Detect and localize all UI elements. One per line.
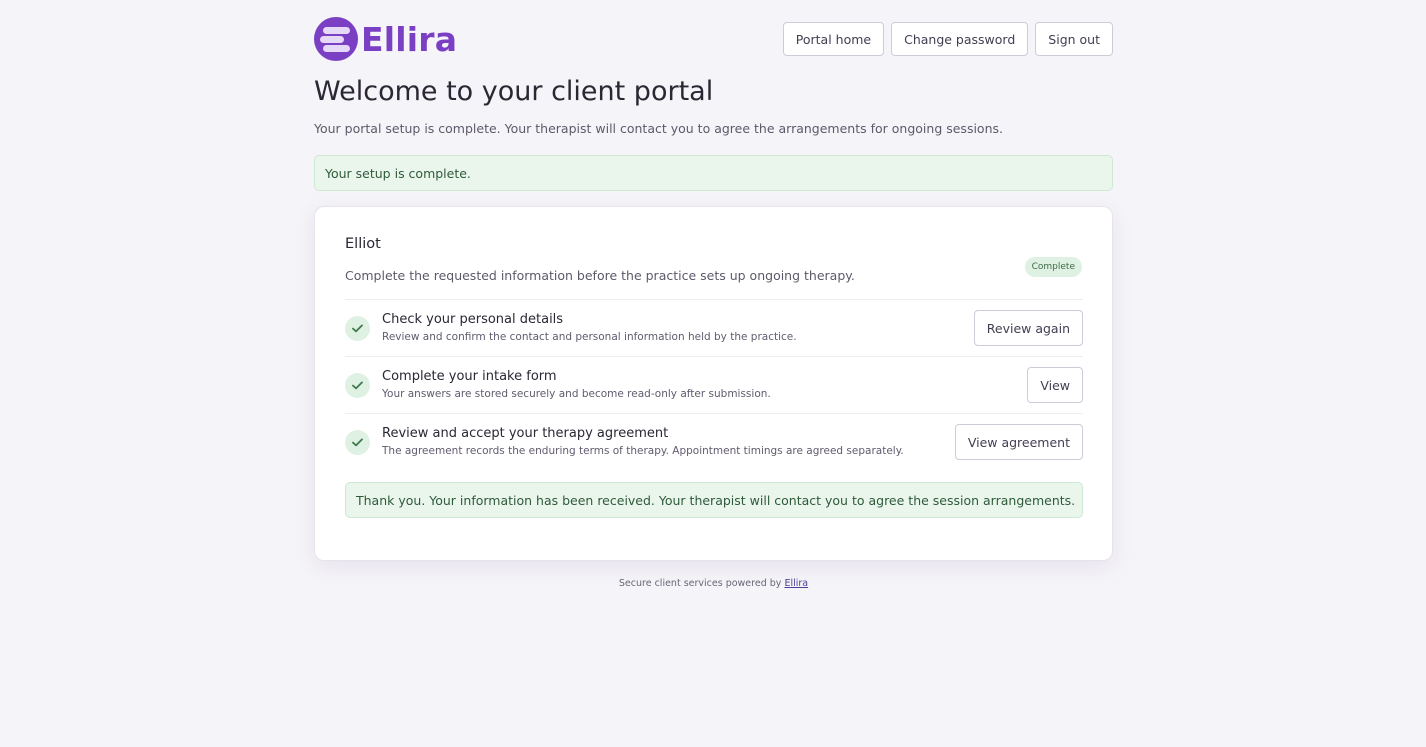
task-title: Review and accept your therapy agreement bbox=[382, 426, 669, 441]
task-therapy-agreement: Review and accept your therapy agreement… bbox=[345, 413, 1083, 470]
page-subtitle: Your portal setup is complete. Your ther… bbox=[314, 121, 1003, 136]
change-password-button[interactable]: Change password bbox=[891, 22, 1029, 56]
task-intake-form: Complete your intake form Your answers a… bbox=[345, 356, 1083, 413]
task-personal-details: Check your personal details Review and c… bbox=[345, 299, 1083, 356]
header: Ellira Portal home Change password Sign … bbox=[314, 0, 1113, 80]
footer: Secure client services powered by Ellira bbox=[314, 578, 1113, 589]
view-agreement-button[interactable]: View agreement bbox=[954, 424, 1083, 460]
sign-out-button[interactable]: Sign out bbox=[1035, 22, 1113, 56]
footer-ellira-link[interactable]: Ellira bbox=[784, 578, 808, 589]
ellira-logo-icon bbox=[314, 17, 358, 61]
brand-name: Ellira bbox=[361, 19, 458, 59]
card-description: Complete the requested information befor… bbox=[345, 268, 855, 283]
client-name: Elliot bbox=[345, 236, 381, 252]
page-title: Welcome to your client portal bbox=[314, 76, 714, 107]
portal-home-button[interactable]: Portal home bbox=[782, 22, 885, 56]
check-icon bbox=[345, 430, 370, 455]
task-subtitle: Your answers are stored securely and bec… bbox=[382, 388, 771, 400]
setup-alert-text: Your setup is complete. bbox=[325, 165, 471, 181]
view-intake-button[interactable]: View bbox=[1027, 367, 1083, 403]
notice-text: Thank you. Your information has been rec… bbox=[356, 492, 1076, 508]
brand-logo[interactable]: Ellira bbox=[314, 17, 457, 61]
task-title: Complete your intake form bbox=[382, 369, 557, 384]
footer-text: Secure client services powered by bbox=[618, 578, 782, 589]
top-nav: Portal home Change password Sign out bbox=[782, 22, 1113, 56]
client-card: Elliot Complete the requested informatio… bbox=[314, 206, 1113, 561]
setup-complete-alert: Your setup is complete. bbox=[314, 155, 1113, 191]
status-badge: Complete bbox=[1024, 257, 1082, 277]
task-title: Check your personal details bbox=[382, 312, 564, 327]
task-subtitle: Review and confirm the contact and perso… bbox=[382, 331, 797, 343]
task-list: Check your personal details Review and c… bbox=[345, 299, 1083, 470]
check-icon bbox=[345, 316, 370, 341]
check-icon bbox=[345, 373, 370, 398]
task-subtitle: The agreement records the enduring terms… bbox=[382, 445, 904, 457]
review-again-button[interactable]: Review again bbox=[973, 310, 1083, 346]
portal-page: Ellira Portal home Change password Sign … bbox=[314, 0, 1113, 589]
received-notice: Thank you. Your information has been rec… bbox=[345, 482, 1083, 518]
